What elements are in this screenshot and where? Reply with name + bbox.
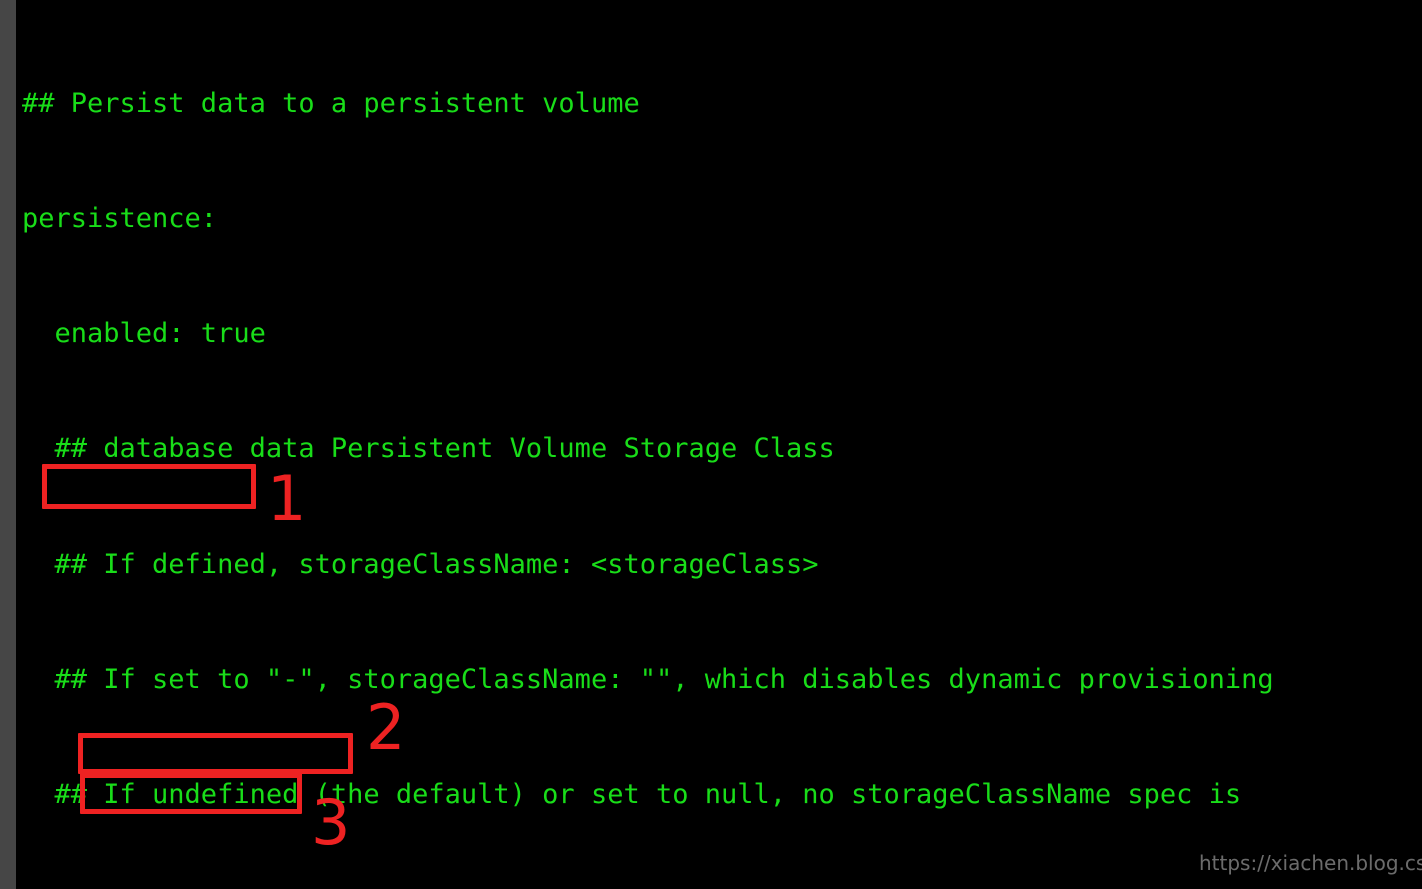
yaml-code-block: ## Persist data to a persistent volume p…: [22, 8, 1422, 889]
watermark-text: https://xiachen.blog.csdn.net: [1199, 851, 1422, 875]
code-line: ## database data Persistent Volume Stora…: [22, 433, 835, 465]
code-line: ## Persist data to a persistent volume: [22, 87, 640, 119]
scrollbar-gutter[interactable]: [0, 0, 16, 889]
code-line: enabled: true: [22, 318, 266, 350]
code-line: ## If undefined (the default) or set to …: [22, 779, 1242, 811]
code-line: ## If set to "-", storageClassName: "", …: [22, 663, 1274, 695]
code-line: persistence:: [22, 203, 218, 235]
code-line: ## If defined, storageClassName: <storag…: [22, 548, 819, 580]
terminal-screen: ## Persist data to a persistent volume p…: [0, 0, 1422, 889]
